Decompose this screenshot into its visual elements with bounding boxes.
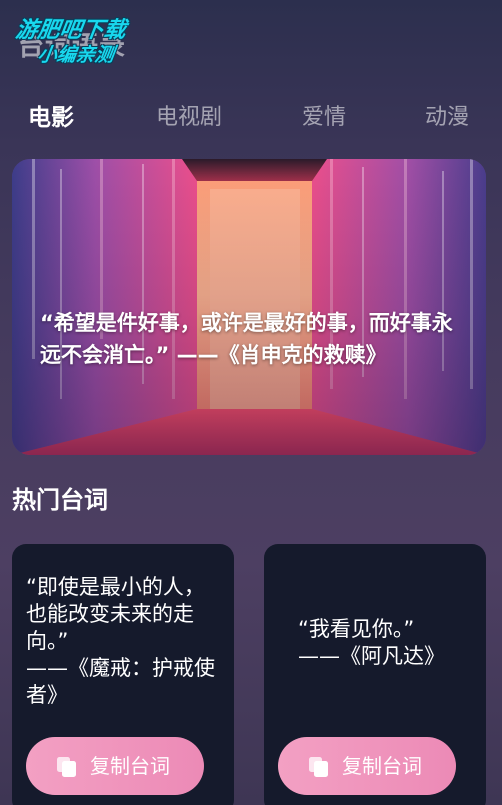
quote-card-text: “即使是最小的人，也能改变未来的走向。” ——《魔戒：护戒使者》 [26,574,222,709]
quote-card-quote: “我看见你。” [298,617,415,641]
tab-romance[interactable]: 爱情 [302,96,346,140]
quote-card-quote: “即使是最小的人，也能改变未来的走向。” [26,575,205,653]
quote-card-source: ——《魔戒：护戒使者》 [26,656,215,707]
quote-card-source: ——《阿凡达》 [298,644,445,668]
quote-card-text: “我看见你。” ——《阿凡达》 [298,616,468,670]
section-title-hot-lines: 热门台词 [12,486,108,514]
hero-quote-text: “希望是件好事，或许是最好的事，而好事永远不会消亡。” ——《肖申克的救赎》 [40,311,453,367]
copy-icon [309,757,328,777]
copy-line-button[interactable]: 复制台词 [26,737,204,795]
quote-card: “我看见你。” ——《阿凡达》 复制台词 [264,544,486,805]
copy-icon [57,757,76,777]
hero-banner[interactable]: “希望是件好事，或许是最好的事，而好事永远不会消亡。” ——《肖申克的救赎》 [12,159,486,455]
tab-anime[interactable]: 动漫 [425,96,469,140]
copy-line-button[interactable]: 复制台词 [278,737,456,795]
copy-line-button-label: 复制台词 [342,754,422,778]
watermark-line-2: 小编亲测 [36,44,116,66]
category-tabs: 电影 电视剧 爱情 动漫 [0,96,502,140]
copy-line-button-label: 复制台词 [90,754,170,778]
quote-card: “即使是最小的人，也能改变未来的走向。” ——《魔戒：护戒使者》 复制台词 [12,544,234,805]
watermark-logo: 台词语录 游肥吧下载 小编亲测 [8,6,158,70]
tab-movie[interactable]: 电影 [28,96,74,140]
tab-tv-series[interactable]: 电视剧 [156,96,222,140]
